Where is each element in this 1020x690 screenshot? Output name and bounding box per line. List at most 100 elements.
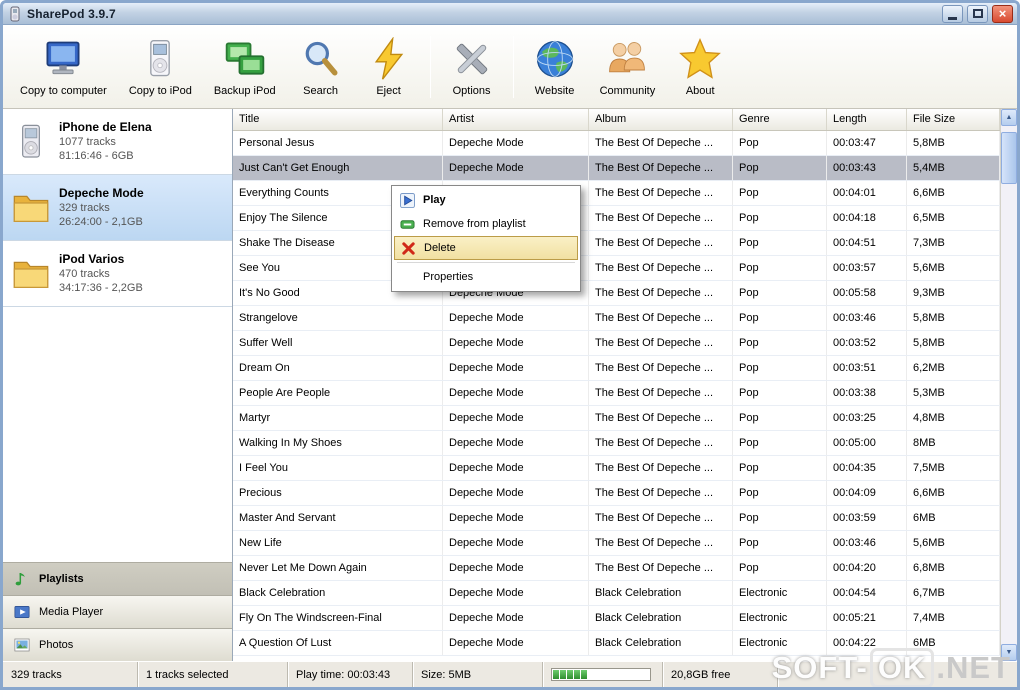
toolbar-button-label: Backup iPod: [213, 85, 276, 97]
device-track-count: 1077 tracks: [59, 135, 116, 148]
table-row[interactable]: Master And Servant Depeche Mode The Best O…: [233, 506, 1000, 531]
sidebar-device-depeche-mode[interactable]: Depeche Mode 329 tracks 26:24:00 - 2,1GB: [3, 175, 232, 241]
table-row[interactable]: Just Can't Get Enough Depeche Mode The Bes…: [233, 156, 1000, 181]
cell-title: Master And Servant: [233, 506, 443, 530]
maximize-button[interactable]: [967, 4, 988, 23]
cell-genre: Pop: [733, 281, 827, 305]
column-header-file-size[interactable]: File Size: [907, 109, 1000, 130]
device-track-count: 329 tracks: [59, 201, 110, 214]
toolbar-separator: [429, 35, 431, 98]
cell-artist: Depeche Mode: [443, 306, 589, 330]
computer-icon: [40, 36, 86, 82]
scroll-up-button[interactable]: ▲: [1001, 109, 1017, 126]
table-row[interactable]: I Feel You Depeche Mode The Best Of Depech…: [233, 456, 1000, 481]
status-progress-panel: [543, 662, 663, 687]
toolbar-button-copy-to-ipod[interactable]: Copy to iPod: [120, 32, 201, 101]
delete-icon: [400, 240, 417, 256]
cell-size: 5,8MB: [907, 331, 1000, 355]
table-row[interactable]: It's No Good Depeche Mode The Best Of Depe…: [233, 281, 1000, 306]
sidebar-device-iphone-de-elena[interactable]: iPhone de Elena 1077 tracks 81:16:46 - 6GB: [3, 109, 232, 175]
toolbar-button-backup-ipod[interactable]: Backup iPod: [205, 32, 285, 101]
table-row[interactable]: Strangelove Depeche Mode The Best Of Depec…: [233, 306, 1000, 331]
device-text: Depeche Mode 329 tracks 26:24:00 - 2,1GB: [59, 186, 144, 230]
cell-artist: Depeche Mode: [443, 456, 589, 480]
status-play-time: Play time: 00:03:43: [288, 662, 413, 687]
cell-genre: Pop: [733, 556, 827, 580]
toolbar-button-website[interactable]: Website: [523, 32, 587, 101]
minimize-icon: [948, 16, 957, 20]
menu-item-label: Play: [423, 194, 446, 206]
menu-item-remove-from-playlist[interactable]: Remove from playlist: [394, 212, 578, 236]
title-bar[interactable]: SharePod 3.9.7 ×: [3, 3, 1017, 25]
menu-item-properties[interactable]: Properties: [394, 265, 578, 289]
toolbar-button-community[interactable]: Community: [591, 32, 665, 101]
table-row[interactable]: Walking In My Shoes Depeche Mode The Best …: [233, 431, 1000, 456]
toolbar-button-about[interactable]: About: [668, 32, 732, 101]
table-row[interactable]: Personal Jesus Depeche Mode The Best Of De…: [233, 131, 1000, 156]
table-row[interactable]: Dream On Depeche Mode The Best Of Depeche …: [233, 356, 1000, 381]
cell-title: People Are People: [233, 381, 443, 405]
close-button[interactable]: ×: [992, 4, 1013, 23]
toolbar-button-label: Community: [599, 85, 656, 97]
sidebar-device-ipod-varios[interactable]: iPod Varios 470 tracks 34:17:36 - 2,2GB: [3, 241, 232, 307]
toolbar: Copy to computer Copy to iPod Backup iPod S…: [3, 25, 1017, 109]
cell-genre: Pop: [733, 306, 827, 330]
table-row[interactable]: New Life Depeche Mode The Best Of Depeche …: [233, 531, 1000, 556]
table-row[interactable]: Shake The DiseaseDepeche ModeThe Best Of…: [233, 231, 1000, 256]
toolbar-button-search[interactable]: Search: [289, 32, 353, 101]
column-header-artist[interactable]: Artist: [443, 109, 589, 130]
photos-icon: [13, 636, 31, 654]
toolbar-button-eject[interactable]: Eject: [357, 32, 421, 101]
sidebar-item-label: Photos: [39, 639, 74, 651]
toolbar-button-copy-to-computer[interactable]: Copy to computer: [11, 32, 116, 101]
menu-item-play[interactable]: Play: [394, 188, 578, 212]
cell-title: Walking In My Shoes: [233, 431, 443, 455]
sidebar-item-photos[interactable]: Photos: [3, 628, 232, 661]
column-header-title[interactable]: Title: [233, 109, 443, 130]
scrollbar-track[interactable]: [1001, 126, 1017, 644]
column-header-length[interactable]: Length: [827, 109, 907, 130]
cell-album: The Best Of Depeche ...: [589, 481, 733, 505]
progress-block: [630, 670, 636, 679]
column-header-genre[interactable]: Genre: [733, 109, 827, 130]
table-row[interactable]: Precious Depeche Mode The Best Of Depeche …: [233, 481, 1000, 506]
toolbar-button-options[interactable]: Options: [440, 32, 504, 101]
table-row[interactable]: Everything CountsDepeche ModeThe Best Of…: [233, 181, 1000, 206]
remove-icon: [399, 216, 416, 232]
cell-genre: Pop: [733, 256, 827, 280]
menu-item-label: Properties: [423, 271, 474, 283]
cell-album: The Best Of Depeche ...: [589, 156, 733, 180]
progress-block: [595, 670, 601, 679]
table-row[interactable]: Never Let Me Down Again Depeche Mode The B…: [233, 556, 1000, 581]
cell-length: 00:05:58: [827, 281, 907, 305]
table-row[interactable]: Martyr Depeche Mode The Best Of Depeche ..…: [233, 406, 1000, 431]
table-row[interactable]: People Are People Depeche Mode The Best Of…: [233, 381, 1000, 406]
vertical-scrollbar[interactable]: ▲ ▼: [1000, 109, 1017, 661]
cell-length: 00:03:57: [827, 256, 907, 280]
cell-artist: Depeche Mode: [443, 481, 589, 505]
menu-separator: [397, 262, 575, 263]
scrollbar-thumb[interactable]: [1001, 132, 1017, 184]
cell-title: Strangelove: [233, 306, 443, 330]
menu-item-delete[interactable]: Delete: [394, 236, 578, 260]
sidebar-item-playlists[interactable]: Playlists: [3, 562, 232, 595]
cell-length: 00:04:20: [827, 556, 907, 580]
table-row[interactable]: Fly On The Windscreen-Final Depeche Mode B…: [233, 606, 1000, 631]
minimize-button[interactable]: [942, 4, 963, 23]
table-row[interactable]: Black Celebration Depeche Mode Black Celeb…: [233, 581, 1000, 606]
sidebar-item-media-player[interactable]: Media Player: [3, 595, 232, 628]
cell-artist: Depeche Mode: [443, 156, 589, 180]
cell-album: The Best Of Depeche ...: [589, 306, 733, 330]
table-row[interactable]: Suffer Well Depeche Mode The Best Of Depec…: [233, 331, 1000, 356]
table-row[interactable]: Enjoy The SilenceDepeche ModeThe Best Of…: [233, 206, 1000, 231]
cell-length: 00:03:59: [827, 506, 907, 530]
column-header-album[interactable]: Album: [589, 109, 733, 130]
status-free-space: 20,8GB free: [663, 662, 778, 687]
cell-length: 00:03:52: [827, 331, 907, 355]
cell-album: Black Celebration: [589, 581, 733, 605]
cell-genre: Pop: [733, 181, 827, 205]
cell-title: Personal Jesus: [233, 131, 443, 155]
cell-album: The Best Of Depeche ...: [589, 256, 733, 280]
table-row[interactable]: See YouDepeche ModeThe Best Of Depeche .…: [233, 256, 1000, 281]
device-list: iPhone de Elena 1077 tracks 81:16:46 - 6GB…: [3, 109, 232, 307]
